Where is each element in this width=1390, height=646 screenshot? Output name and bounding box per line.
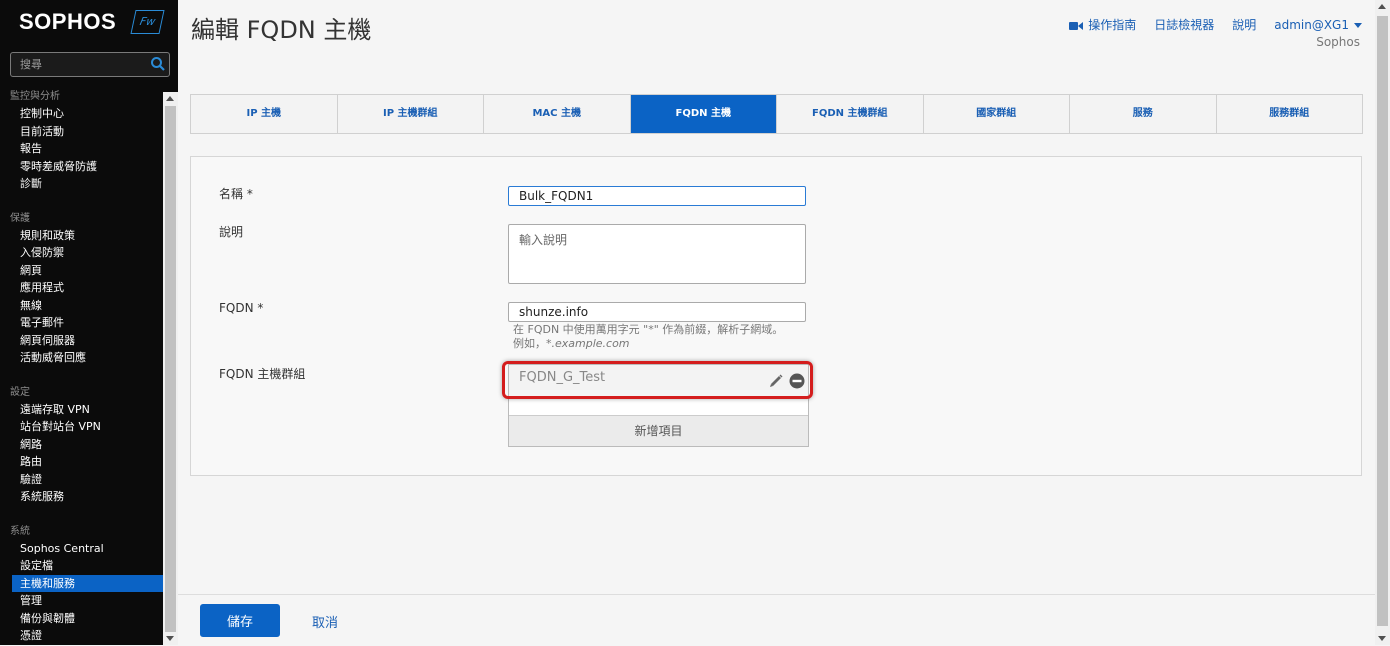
main-scroll-thumb[interactable]: [1377, 16, 1388, 626]
nav-gap: [0, 506, 163, 523]
fqdn-hint-example: *.example.com: [546, 337, 630, 350]
sidebar-item[interactable]: 憑證: [0, 627, 163, 645]
sidebar-item[interactable]: 管理: [0, 592, 163, 610]
guide-link-label: 操作指南: [1088, 18, 1137, 32]
group-list: FQDN_G_Test 新增項目: [508, 364, 809, 447]
org-name: Sophos: [1316, 35, 1360, 49]
sidebar-item[interactable]: 系統服務: [0, 488, 163, 506]
log-viewer-link[interactable]: 日誌檢視器: [1154, 16, 1214, 33]
sidebar-item[interactable]: 站台對站台 VPN: [0, 418, 163, 436]
tab[interactable]: 國家群組: [924, 95, 1070, 133]
sidebar-item[interactable]: 控制中心: [0, 105, 163, 123]
sidebar-section-title: 系統: [10, 525, 30, 537]
tab[interactable]: FQDN 主機: [630, 95, 777, 133]
form-footer: 儲存 取消: [178, 594, 1375, 646]
remove-icon[interactable]: [789, 373, 805, 389]
list-item: FQDN_G_Test: [509, 365, 808, 398]
scroll-down-icon[interactable]: [1378, 636, 1386, 641]
tab[interactable]: MAC 主機: [484, 95, 631, 133]
description-field[interactable]: [508, 224, 806, 284]
cancel-button[interactable]: 取消: [312, 612, 338, 631]
sidebar-section-title: 監控與分析: [10, 91, 60, 102]
search-icon[interactable]: [150, 56, 166, 72]
scroll-up-icon[interactable]: [1378, 4, 1386, 9]
tab[interactable]: 服務群組: [1217, 95, 1363, 133]
object-tabs: IP 主機 IP 主機群組 MAC 主機 FQDN 主機 FQDN 主機群組 國家群組 服務…: [190, 94, 1363, 134]
pencil-icon[interactable]: [768, 373, 784, 389]
sidebar-item[interactable]: Sophos Central: [0, 540, 163, 558]
tab[interactable]: 服務: [1070, 95, 1217, 133]
chevron-down-icon: [1354, 22, 1362, 28]
sidebar-item[interactable]: 入侵防禦: [0, 244, 163, 262]
sidebar-item[interactable]: 診斷: [0, 175, 163, 193]
name-label: 名稱 *: [219, 187, 253, 201]
guide-link[interactable]: 操作指南: [1069, 16, 1136, 33]
sidebar-item[interactable]: 驗證: [0, 471, 163, 489]
sidebar-item[interactable]: 應用程式: [0, 279, 163, 297]
group-item-label: FQDN_G_Test: [519, 370, 606, 385]
description-label: 說明: [219, 225, 244, 239]
fqdn-field[interactable]: [508, 302, 806, 322]
save-button[interactable]: 儲存: [200, 604, 280, 637]
sophos-logo: SOPHOS: [19, 9, 117, 34]
top-nav: 操作指南 日誌檢視器 說明 admin@XG1: [1069, 16, 1362, 33]
scroll-up-icon[interactable]: [166, 96, 174, 101]
add-item-button[interactable]: 新增項目: [509, 415, 808, 446]
sidebar-item[interactable]: 網路: [0, 436, 163, 454]
sidebar-item[interactable]: 設定檔: [0, 557, 163, 575]
sidebar-item[interactable]: 電子郵件: [0, 314, 163, 332]
firewall-badge: Fw: [130, 10, 165, 34]
fqdn-hint-prefix: 例如，: [513, 337, 546, 350]
sidebar-scroll-thumb[interactable]: [165, 106, 176, 632]
sidebar-item[interactable]: 主機和服務: [12, 574, 163, 592]
sidebar-scrollbar[interactable]: [163, 92, 178, 645]
sidebar-search: [10, 52, 170, 77]
sidebar-item[interactable]: 路由: [0, 453, 163, 471]
help-link[interactable]: 說明: [1232, 16, 1256, 33]
tab[interactable]: FQDN 主機群組: [777, 95, 924, 133]
fqdn-hint-line1: 在 FQDN 中使用萬用字元 "*" 作為前綴，解析子網域。: [513, 323, 784, 336]
sidebar-item[interactable]: 零時差威脅防護: [0, 158, 163, 176]
sidebar-section-title: 設定: [10, 386, 30, 398]
sidebar: SOPHOS Fw 監控與分析控制中心目前活動報告零時差威脅防護診斷保護規則和政…: [0, 0, 178, 645]
name-field[interactable]: [508, 186, 806, 206]
video-camera-icon: [1069, 21, 1084, 30]
sidebar-item[interactable]: 網頁: [0, 262, 163, 280]
user-name: admin@XG1: [1274, 17, 1349, 32]
page-title: 編輯 FQDN 主機: [191, 16, 372, 44]
user-menu[interactable]: admin@XG1: [1274, 18, 1362, 32]
sidebar-nav: 監控與分析控制中心 目前活動 報告 零時差威脅防護 診斷保護規則和政策 入侵防禦 網頁 應用程…: [0, 88, 163, 645]
fqdn-hint: 在 FQDN 中使用萬用字元 "*" 作為前綴，解析子網域。 例如，*.exam…: [513, 323, 783, 351]
sidebar-item[interactable]: 備份與韌體: [0, 610, 163, 628]
tab[interactable]: IP 主機: [191, 95, 338, 133]
sidebar-item[interactable]: 遠端存取 VPN: [0, 401, 163, 419]
tab[interactable]: IP 主機群組: [338, 95, 484, 133]
sidebar-item[interactable]: 規則和政策: [0, 227, 163, 245]
main-scrollbar[interactable]: [1375, 0, 1390, 645]
group-label: FQDN 主機群組: [219, 367, 306, 381]
sidebar-item[interactable]: 報告: [0, 140, 163, 158]
nav-gap: [0, 193, 163, 210]
sidebar-item[interactable]: 目前活動: [0, 123, 163, 141]
sidebar-item[interactable]: 網頁伺服器: [0, 332, 163, 350]
nav-gap: [0, 367, 163, 384]
scroll-down-icon[interactable]: [166, 636, 174, 641]
sidebar-search-input[interactable]: [20, 55, 140, 73]
sidebar-item[interactable]: 無線: [0, 297, 163, 315]
edit-form: 名稱 * 說明 FQDN * 在 FQDN 中使用萬用字元 "*" 作為前綴，解…: [190, 156, 1362, 476]
sidebar-item[interactable]: 活動威脅回應: [0, 349, 163, 367]
sidebar-section-title: 保護: [10, 212, 30, 224]
fqdn-label: FQDN *: [219, 301, 264, 315]
